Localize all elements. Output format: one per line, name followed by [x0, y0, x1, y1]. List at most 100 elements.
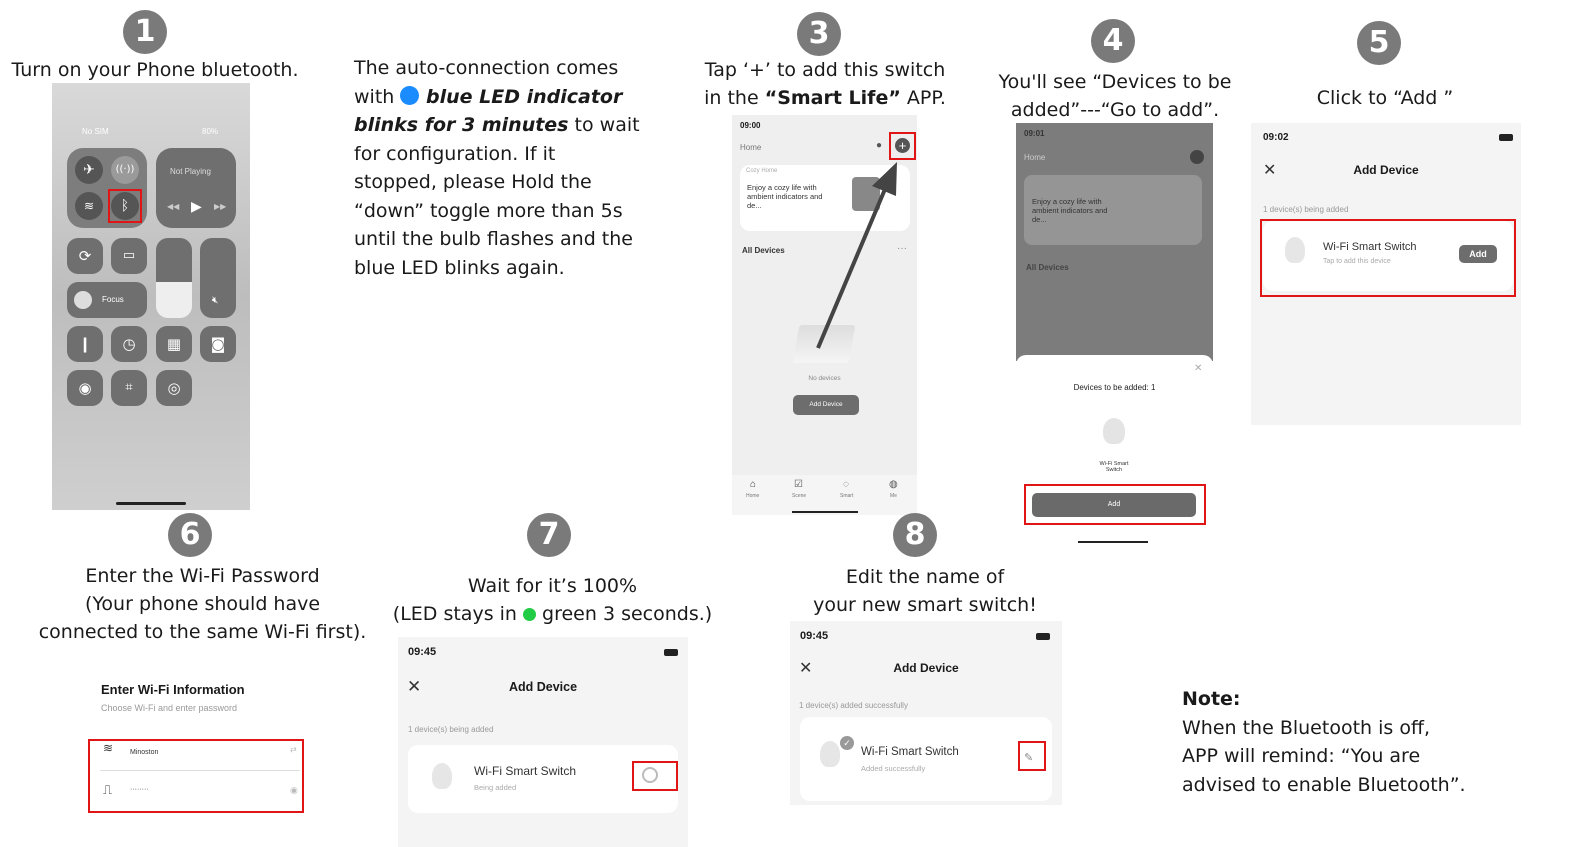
status-time: 09:45 [800, 630, 829, 642]
step6-caption: Enter the Wi-Fi Password (Your phone sho… [38, 565, 367, 643]
step-number-8: 8 [893, 513, 937, 557]
edit-highlight-box [1018, 741, 1046, 771]
home-indicator-4 [1078, 541, 1148, 543]
wifi-info-sub: Choose Wi-Fi and enter password [101, 703, 238, 713]
status-text: 1 device(s) added successfully [799, 701, 908, 710]
qr-scanner-icon[interactable]: ⌗ [111, 370, 147, 406]
status-time: 09:00 [740, 121, 761, 130]
flashlight-icon[interactable]: ❙ [67, 326, 103, 362]
spinner-highlight-box [632, 761, 678, 791]
step2-line1: The auto-connection comes [354, 57, 619, 79]
no-devices-label: No devices [808, 375, 841, 382]
step-number-4: 4 [1091, 19, 1135, 63]
add-device-screen-8: 09:45 ✕ Add Device 1 device(s) added suc… [790, 621, 1062, 805]
plus-icon [1190, 150, 1204, 164]
step-number-1: 1 [123, 10, 167, 54]
tab-scene-icon[interactable]: ☑ [794, 479, 803, 490]
step2-line4: for configuration. If it [354, 142, 556, 165]
all-devices-label: All Devices [742, 246, 785, 255]
add-device-screen-7: 09:45 ✕ Add Device 1 device(s) being add… [398, 637, 688, 847]
step1-caption: Turn on your Phone bluetooth. [11, 59, 299, 81]
battery-icon [664, 649, 678, 656]
step2-line2: with blue LED indicator [354, 85, 623, 108]
green-led-dot [523, 608, 536, 621]
tab-scene-label: Scene [792, 493, 807, 499]
status-time: 09:02 [1263, 132, 1289, 143]
blue-led-dot [400, 85, 420, 105]
close-icon[interactable]: ✕ [1194, 363, 1202, 374]
bulb-icon [1103, 418, 1125, 444]
step-number-5: 5 [1357, 21, 1401, 65]
focus-moon-icon [74, 291, 92, 309]
step8-caption: Edit the name of your new smart switch! [813, 566, 1037, 616]
add-highlight-box [1024, 484, 1206, 525]
home-indicator [116, 502, 186, 505]
note-block: Note: When the Bluetooth is off, APP wil… [1182, 685, 1466, 799]
camera-icon[interactable]: ◙ [200, 326, 236, 362]
tab-home-label: Home [746, 493, 760, 499]
step-number-6: 6 [168, 513, 212, 557]
step2-line8: blue LED blinks again. [354, 256, 565, 279]
device-sub: Being added [474, 783, 517, 792]
note-line3: advised to enable Bluetooth”. [1182, 773, 1466, 796]
step2-instructions: The auto-connection comes with blue LED … [354, 54, 640, 282]
cellular-icon[interactable]: ((·)) [111, 156, 139, 184]
device-name: Wi-Fi Smart Switch [474, 764, 576, 778]
status-text: 1 device(s) being added [1263, 205, 1349, 214]
bulb-icon [820, 741, 840, 767]
step2-line3: blinks for 3 minutes to wait [354, 114, 640, 136]
device-sub: Added successfully [861, 764, 926, 773]
screen-title: Add Device [893, 661, 959, 675]
music-panel [156, 148, 236, 228]
screen-title: Add Device [508, 680, 578, 694]
forward-icon[interactable]: ▶▶ [214, 202, 226, 211]
tab-smart-icon[interactable]: ◌ [843, 479, 849, 490]
screen-title: Add Device [1353, 163, 1419, 177]
arrow-icon [816, 162, 897, 349]
status-time: 09:45 [408, 646, 437, 658]
step-number-7: 7 [527, 513, 571, 557]
sheet-title: Devices to be added: 1 [1073, 383, 1156, 392]
control-center-screen: No SIM 80% ✈ ((·)) ≋ ᛒ Not Playing ▶ ◀◀ … [52, 83, 250, 510]
step2-line5: stopped, please Hold the [354, 171, 592, 193]
step-number-3: 3 [797, 12, 841, 56]
status-text: 1 device(s) being added [408, 725, 494, 734]
step2-line7: until the bulb flashes and the [354, 228, 633, 250]
not-playing-label: Not Playing [170, 167, 211, 176]
note-title: Note: [1182, 688, 1241, 710]
battery-icon [1036, 633, 1050, 640]
step3-caption: Tap ‘+’ to add this switch in the “Smart… [704, 59, 946, 109]
tab-me-icon[interactable]: ◍ [889, 479, 898, 490]
add-device-button[interactable]: Add Device [793, 395, 859, 415]
rewind-icon[interactable]: ◀◀ [167, 202, 179, 211]
airplane-icon[interactable]: ✈ [75, 156, 103, 184]
rotation-lock-icon[interactable]: ⟳ [67, 238, 103, 274]
calculator-icon[interactable]: ▦ [156, 326, 192, 362]
volume-slider[interactable] [200, 238, 236, 318]
all-devices-label: All Devices [1026, 263, 1069, 272]
home-dropdown[interactable]: Home [740, 143, 761, 152]
home-dropdown: Home [1024, 153, 1046, 162]
mic-icon[interactable]: ● [876, 140, 882, 151]
banner-small: Cozy Home [746, 168, 778, 174]
mute-icon: 🔇︎ [212, 295, 219, 306]
tab-home-icon[interactable]: ⌂ [750, 479, 756, 490]
brightness-slider[interactable] [156, 238, 192, 318]
home-indicator-3 [792, 511, 858, 513]
screen-mirror-icon[interactable]: ▭ [111, 238, 147, 274]
step2-line6: “down” toggle more than 5s [354, 199, 623, 222]
note-line1: When the Bluetooth is off, [1182, 716, 1431, 739]
sound-recognition-icon[interactable]: ◉ [67, 370, 103, 406]
check-icon: ✓ [840, 736, 854, 750]
plus-highlight-box [889, 132, 916, 160]
wifi-info-title: Enter Wi-Fi Information [101, 682, 245, 697]
timer-icon[interactable]: ◷ [111, 326, 147, 362]
tab-smart-label: Smart [840, 493, 854, 499]
carrier-label: No SIM [82, 127, 109, 136]
play-icon[interactable]: ▶ [191, 198, 202, 215]
wifi-icon[interactable]: ≋ [75, 192, 103, 220]
screen-record-icon[interactable]: ◎ [156, 370, 192, 406]
status-time: 09:01 [1024, 129, 1045, 138]
device-highlight-box [1260, 219, 1516, 297]
note-line2: APP will remind: “You are [1182, 745, 1421, 767]
